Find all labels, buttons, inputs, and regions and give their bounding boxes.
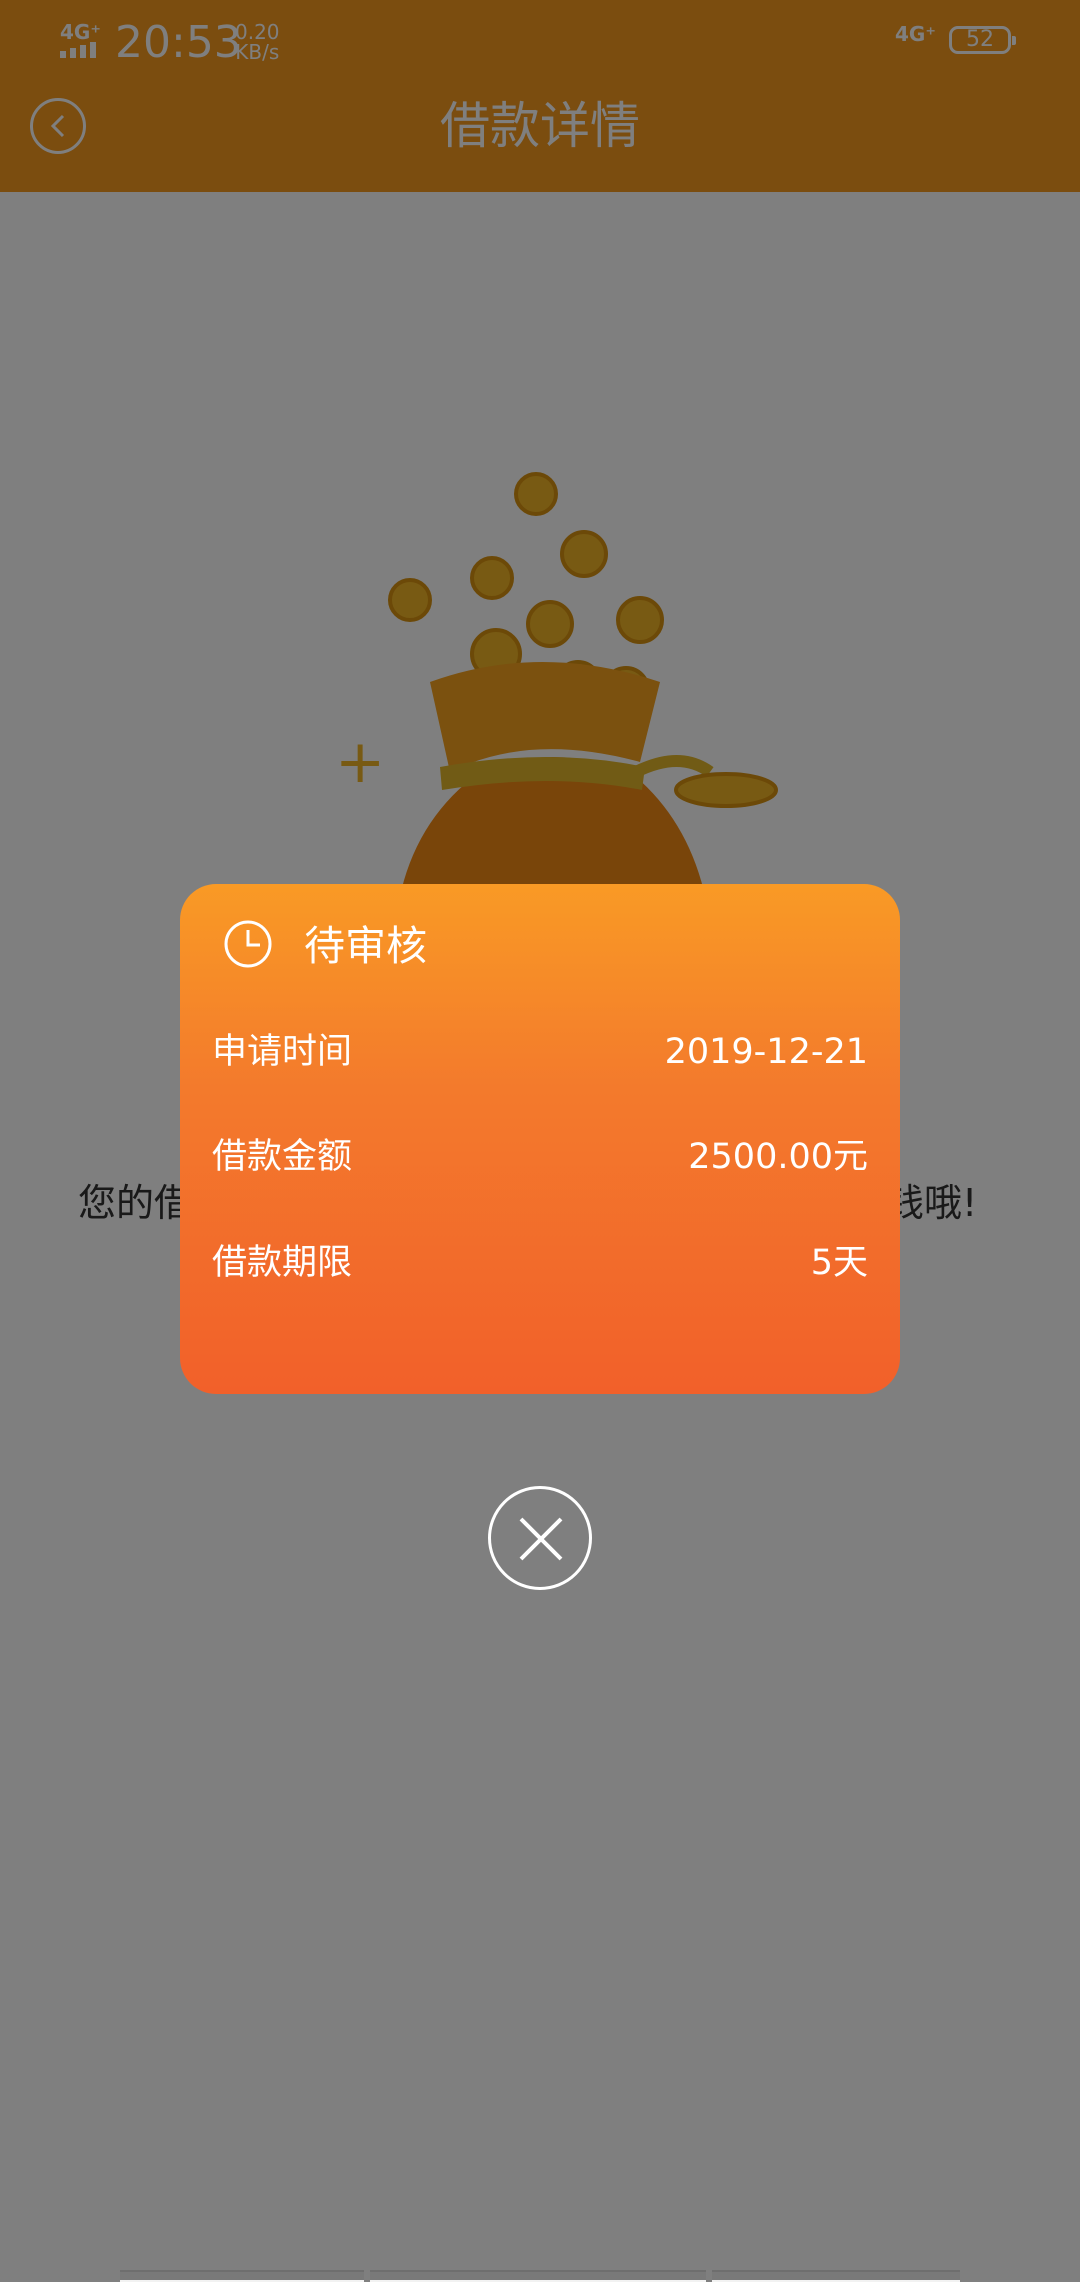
row-value: 5天: [810, 1243, 868, 1283]
loan-term-row: 借款期限 5天: [212, 1238, 868, 1288]
row-label: 借款期限: [212, 1243, 353, 1283]
close-icon: [519, 1517, 563, 1561]
loan-status-dialog: 待审核 申请时间 2019-12-21 借款金额 2500.00元 借款期限 5…: [180, 884, 900, 1394]
close-dialog-button[interactable]: [488, 1486, 592, 1590]
row-value: 2500.00元: [688, 1137, 868, 1177]
row-label: 申请时间: [212, 1032, 353, 1072]
row-value: 2019-12-21: [664, 1032, 868, 1072]
clock-icon: [224, 920, 272, 968]
loan-amount-row: 借款金额 2500.00元: [212, 1132, 868, 1182]
apply-time-row: 申请时间 2019-12-21: [212, 1027, 868, 1077]
row-label: 借款金额: [212, 1137, 353, 1177]
status-title: 待审核: [304, 922, 427, 970]
